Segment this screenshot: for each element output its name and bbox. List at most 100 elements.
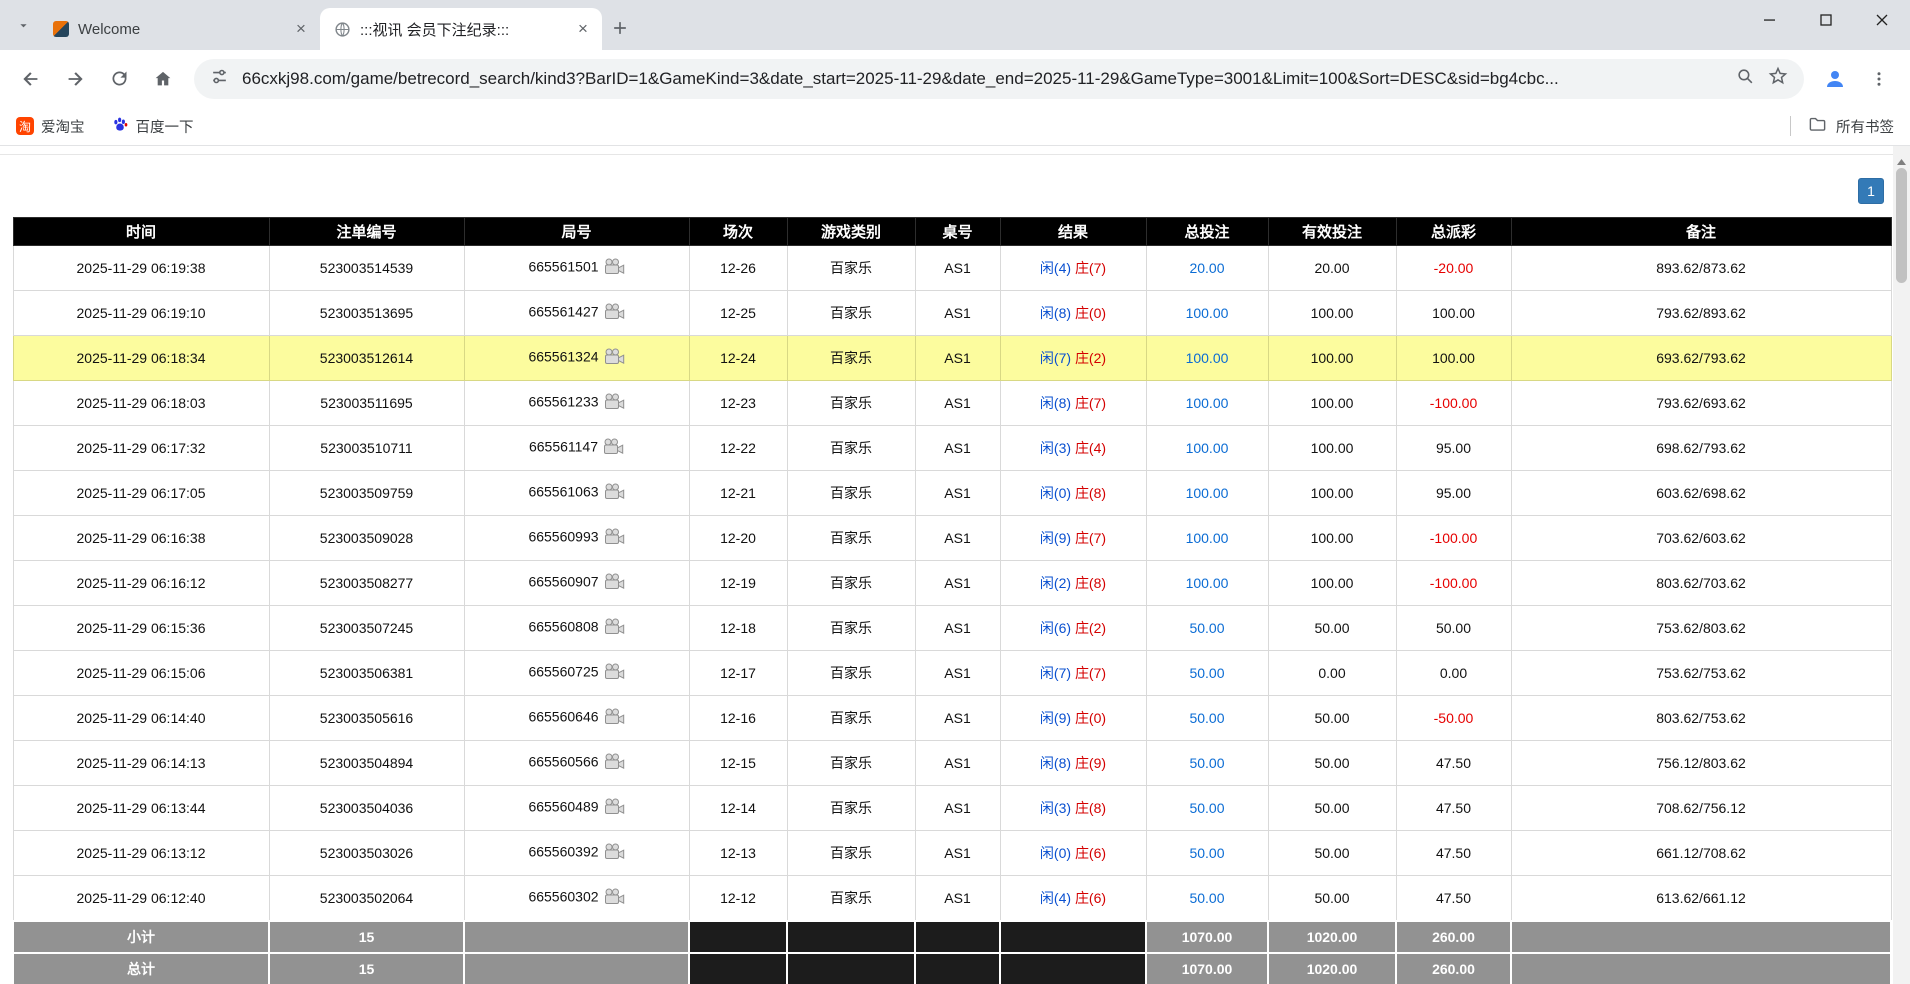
replay-video-icon[interactable] bbox=[604, 258, 625, 278]
replay-video-icon[interactable] bbox=[604, 888, 625, 908]
cell-time: 2025-11-29 06:12:40 bbox=[13, 876, 269, 921]
total-bet-link[interactable]: 50.00 bbox=[1189, 755, 1224, 771]
tab-close-icon[interactable]: × bbox=[290, 18, 312, 40]
replay-video-icon[interactable] bbox=[604, 528, 625, 548]
cell-payout: -100.00 bbox=[1396, 516, 1511, 561]
site-settings-icon[interactable] bbox=[210, 67, 229, 91]
cell-bet-id: 523003511695 bbox=[269, 381, 464, 426]
cell-payout: -20.00 bbox=[1396, 246, 1511, 291]
home-button[interactable] bbox=[142, 58, 184, 100]
replay-video-icon[interactable] bbox=[604, 708, 625, 728]
cell-table-no: AS1 bbox=[915, 696, 1000, 741]
bookmark-star-icon[interactable] bbox=[1768, 66, 1788, 91]
total-bet-link[interactable]: 50.00 bbox=[1189, 665, 1224, 681]
bookmark-aitaobao[interactable]: 淘 爱淘宝 bbox=[16, 116, 85, 137]
cell-session: 12-19 bbox=[689, 561, 787, 606]
cell-round-id: 665561147 bbox=[464, 426, 689, 471]
table-body: 2025-11-29 06:19:38523003514539665561501… bbox=[13, 246, 1891, 921]
cell-game-type: 百家乐 bbox=[787, 696, 915, 741]
all-bookmarks-button[interactable]: 所有书签 bbox=[1790, 115, 1894, 138]
cell-session: 12-16 bbox=[689, 696, 787, 741]
cell-time: 2025-11-29 06:18:03 bbox=[13, 381, 269, 426]
replay-video-icon[interactable] bbox=[604, 798, 625, 818]
cell-total-bet: 100.00 bbox=[1146, 381, 1268, 426]
tab-welcome[interactable]: Welcome × bbox=[38, 8, 320, 50]
replay-video-icon[interactable] bbox=[604, 483, 625, 503]
replay-video-icon[interactable] bbox=[604, 843, 625, 863]
cell-total-bet: 20.00 bbox=[1146, 246, 1268, 291]
cell-bet-id: 523003512614 bbox=[269, 336, 464, 381]
cell-bet-id: 523003514539 bbox=[269, 246, 464, 291]
replay-video-icon[interactable] bbox=[604, 753, 625, 773]
total-bet-link[interactable]: 100.00 bbox=[1186, 575, 1229, 591]
tab-strip: Welcome × :::视讯 会员下注纪录::: × bbox=[0, 0, 1910, 50]
scrollbar-thumb[interactable] bbox=[1896, 168, 1907, 283]
replay-video-icon[interactable] bbox=[604, 303, 625, 323]
total-bet-link[interactable]: 100.00 bbox=[1186, 440, 1229, 456]
page-1-button[interactable]: 1 bbox=[1858, 178, 1884, 204]
result-player: 闲(3) bbox=[1040, 440, 1071, 456]
cell-bet-id: 523003508277 bbox=[269, 561, 464, 606]
tab-search-chevron-icon[interactable] bbox=[8, 0, 38, 50]
total-bet-link[interactable]: 100.00 bbox=[1186, 395, 1229, 411]
result-banker: 庄(9) bbox=[1075, 755, 1106, 771]
minimize-button[interactable] bbox=[1742, 0, 1798, 40]
cell-result: 闲(3) 庄(4) bbox=[1000, 426, 1146, 471]
replay-video-icon[interactable] bbox=[604, 348, 625, 368]
result-player: 闲(8) bbox=[1040, 305, 1071, 321]
replay-video-icon[interactable] bbox=[604, 663, 625, 683]
table-header-row: 时间注单编号局号场次游戏类别桌号结果总投注有效投注总派彩备注 bbox=[13, 218, 1891, 246]
total-bet-link[interactable]: 50.00 bbox=[1189, 800, 1224, 816]
new-tab-button[interactable] bbox=[602, 10, 638, 46]
table-row: 2025-11-29 06:16:12523003508277665560907… bbox=[13, 561, 1891, 606]
replay-video-icon[interactable] bbox=[604, 618, 625, 638]
cell-time: 2025-11-29 06:13:12 bbox=[13, 831, 269, 876]
menu-dots-icon[interactable] bbox=[1858, 58, 1900, 100]
close-button[interactable] bbox=[1854, 0, 1910, 40]
cell-table-no: AS1 bbox=[915, 831, 1000, 876]
total-bet-link[interactable]: 50.00 bbox=[1189, 890, 1224, 906]
bookmark-baidu[interactable]: 百度一下 bbox=[111, 115, 194, 137]
cell-round-id: 665560302 bbox=[464, 876, 689, 921]
back-button[interactable] bbox=[10, 58, 52, 100]
column-header: 注单编号 bbox=[269, 218, 464, 246]
result-banker: 庄(8) bbox=[1075, 485, 1106, 501]
result-player: 闲(0) bbox=[1040, 485, 1071, 501]
total-bet-link[interactable]: 100.00 bbox=[1186, 485, 1229, 501]
total-bet-link[interactable]: 20.00 bbox=[1189, 260, 1224, 276]
cell-payout: 47.50 bbox=[1396, 831, 1511, 876]
result-player: 闲(9) bbox=[1040, 710, 1071, 726]
total-bet-link[interactable]: 100.00 bbox=[1186, 530, 1229, 546]
replay-video-icon[interactable] bbox=[604, 393, 625, 413]
maximize-button[interactable] bbox=[1798, 0, 1854, 40]
address-bar[interactable]: 66cxkj98.com/game/betrecord_search/kind3… bbox=[194, 59, 1804, 99]
result-banker: 庄(6) bbox=[1075, 845, 1106, 861]
summary-spacer bbox=[689, 921, 787, 953]
tab-close-icon[interactable]: × bbox=[572, 18, 594, 40]
replay-video-icon[interactable] bbox=[603, 438, 624, 458]
table-row: 2025-11-29 06:15:36523003507245665560808… bbox=[13, 606, 1891, 651]
replay-video-icon[interactable] bbox=[604, 573, 625, 593]
total-bet-link[interactable]: 100.00 bbox=[1186, 305, 1229, 321]
cell-payout: 0.00 bbox=[1396, 651, 1511, 696]
total-bet-link[interactable]: 50.00 bbox=[1189, 845, 1224, 861]
vertical-scrollbar[interactable] bbox=[1893, 146, 1910, 984]
forward-button[interactable] bbox=[54, 58, 96, 100]
zoom-icon[interactable] bbox=[1736, 67, 1755, 91]
total-bet-link[interactable]: 100.00 bbox=[1186, 350, 1229, 366]
cell-total-bet: 50.00 bbox=[1146, 831, 1268, 876]
cell-remark: 613.62/661.12 bbox=[1511, 876, 1891, 921]
cell-time: 2025-11-29 06:14:40 bbox=[13, 696, 269, 741]
tab-betrecord[interactable]: :::视讯 会员下注纪录::: × bbox=[320, 8, 602, 50]
cell-session: 12-26 bbox=[689, 246, 787, 291]
profile-avatar-icon[interactable] bbox=[1814, 58, 1856, 100]
refresh-button[interactable] bbox=[98, 58, 140, 100]
cell-bet-id: 523003510711 bbox=[269, 426, 464, 471]
cell-valid-bet: 50.00 bbox=[1268, 786, 1396, 831]
cell-valid-bet: 0.00 bbox=[1268, 651, 1396, 696]
cell-result: 闲(7) 庄(2) bbox=[1000, 336, 1146, 381]
cell-payout: -100.00 bbox=[1396, 381, 1511, 426]
cell-result: 闲(8) 庄(0) bbox=[1000, 291, 1146, 336]
total-bet-link[interactable]: 50.00 bbox=[1189, 710, 1224, 726]
total-bet-link[interactable]: 50.00 bbox=[1189, 620, 1224, 636]
